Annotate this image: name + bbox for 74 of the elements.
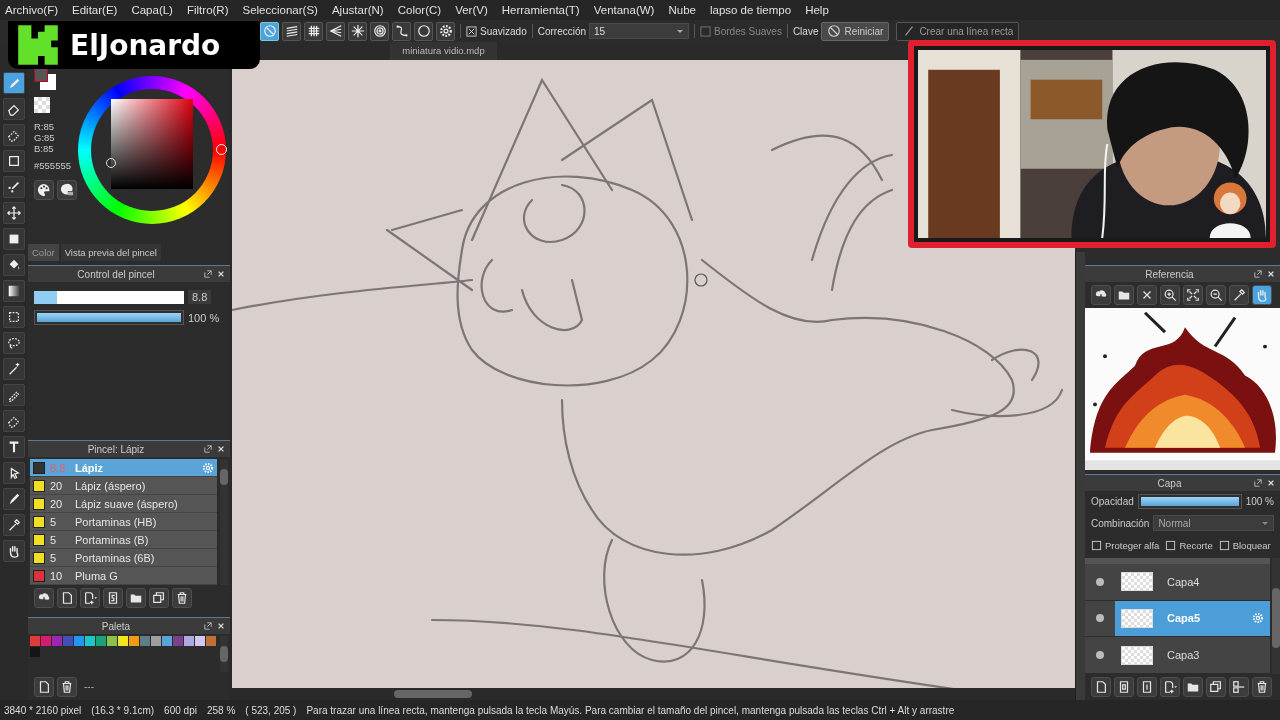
menu-item[interactable]: Help (805, 4, 829, 16)
brush-size-value[interactable]: 8.8 (188, 290, 212, 305)
menu-item[interactable]: Ventana(W) (593, 4, 655, 16)
cursor-position: ( 523, 205 ) (245, 704, 297, 716)
straight-line-button[interactable]: Crear una línea recta (896, 21, 1020, 41)
menu-item[interactable]: lapso de tiempo (709, 4, 792, 16)
resolution: 600 dpi (164, 704, 197, 716)
brush-size: 8.8 (50, 461, 67, 474)
panel-title: Capa (1156, 477, 1183, 489)
menu-item[interactable]: Seleccionar(S) (242, 4, 318, 16)
brush-item[interactable]: 20 Lápiz suave (áspero) (30, 495, 217, 514)
brush-item[interactable]: 5 Portaminas (6B) (30, 549, 217, 568)
opacity-value: 100 % (1245, 496, 1274, 507)
channel-name: ElJonardo (70, 28, 221, 62)
canvas-size: 3840 * 2160 pixel (4, 704, 82, 716)
brush-size: 20 (50, 497, 64, 510)
brush-item[interactable]: 5 Portaminas (B) (30, 531, 217, 550)
menu-item[interactable]: Herramienta(T) (501, 4, 580, 16)
checkbox-label: Bordes Suaves (714, 25, 782, 37)
brush-name: Portaminas (HB) (75, 515, 158, 528)
checkbox-label: Proteger alfa (1105, 540, 1160, 551)
menu-item[interactable]: Capa(L) (131, 4, 173, 16)
reset-button[interactable]: Reiniciar (821, 21, 890, 41)
panel-tab[interactable]: Color (28, 243, 59, 262)
menu-item[interactable]: Ver(V) (455, 4, 488, 16)
brush-name: Lápiz (áspero) (75, 479, 147, 492)
brush-name: Portaminas (6B) (75, 551, 156, 564)
key-label: Clave (792, 25, 819, 37)
correction-label: Corrección (537, 25, 587, 37)
menu-item[interactable]: Editar(E) (72, 4, 118, 16)
rgb-value: R:85 (34, 122, 56, 132)
opacity-label: Opacidad (1091, 496, 1134, 507)
layer-name: Capa3 (1167, 649, 1201, 662)
menu-item[interactable]: Color(C) (397, 4, 442, 16)
hex-value: #555555 (34, 161, 72, 171)
brush-size: 20 (50, 479, 64, 492)
document-tab[interactable]: miniatura vidio.mdp (390, 42, 497, 60)
brush-item[interactable]: 5 Portaminas (HB) (30, 513, 217, 532)
layer-name: Capa4 (1167, 575, 1201, 588)
brush-name: Pluma G (75, 569, 119, 582)
brush-size: 5 (50, 515, 58, 528)
layer-item[interactable]: Capa4 (1115, 563, 1270, 600)
brush-size: 10 (50, 569, 64, 582)
brush-size: 5 (50, 533, 58, 546)
palette-name: --- (84, 681, 94, 693)
menu-item[interactable]: Nube (668, 4, 696, 16)
status-hint: Para trazar una línea recta, mantenga pulsada la tecla Mayús. Para cambiar el tamaño del pincel, mantenga pulsada las teclas Ctrl + Alt y arrastre (306, 704, 955, 716)
panel-title: Paleta (100, 620, 132, 632)
correction-dropdown[interactable]: 15 (589, 23, 690, 39)
brush-opacity-value: 100 % (188, 311, 220, 324)
panel-tab[interactable]: Vista previa del pincel (60, 243, 161, 262)
zoom-level: 258 % (206, 704, 236, 716)
menu-item[interactable]: Archivo(F) (5, 4, 59, 16)
checkbox-label: Suavizado (480, 25, 527, 37)
layer-name: Capa5 (1167, 612, 1202, 625)
menu-item[interactable]: Ajustar(N) (331, 4, 384, 16)
brush-item[interactable]: 10 Pluma G (30, 567, 217, 586)
brush-item[interactable]: 20 Lápiz (áspero) (30, 477, 217, 496)
checkbox-label: Recorte (1179, 540, 1213, 551)
blend-label: Combinación (1091, 517, 1150, 529)
checkbox-label: Bloquear (1232, 540, 1271, 551)
menu-item[interactable]: Filtro(R) (186, 4, 229, 16)
canvas-dimensions: (16.3 * 9.1cm) (91, 704, 155, 716)
brush-name: Lápiz (75, 461, 105, 474)
panel-title: Pincel: Lápiz (86, 443, 146, 455)
rgb-value: G:85 (34, 133, 56, 143)
rgb-value: B:85 (34, 144, 55, 154)
brush-size: 5 (50, 551, 58, 564)
layer-item[interactable]: Capa3 (1115, 637, 1270, 673)
brush-name: Portaminas (B) (75, 533, 150, 546)
panel-title: Referencia (1144, 268, 1195, 280)
blend-dropdown[interactable]: Normal (1153, 515, 1274, 531)
brush-name: Lápiz suave (áspero) (75, 497, 179, 510)
panel-title: Control del pincel (76, 268, 156, 280)
